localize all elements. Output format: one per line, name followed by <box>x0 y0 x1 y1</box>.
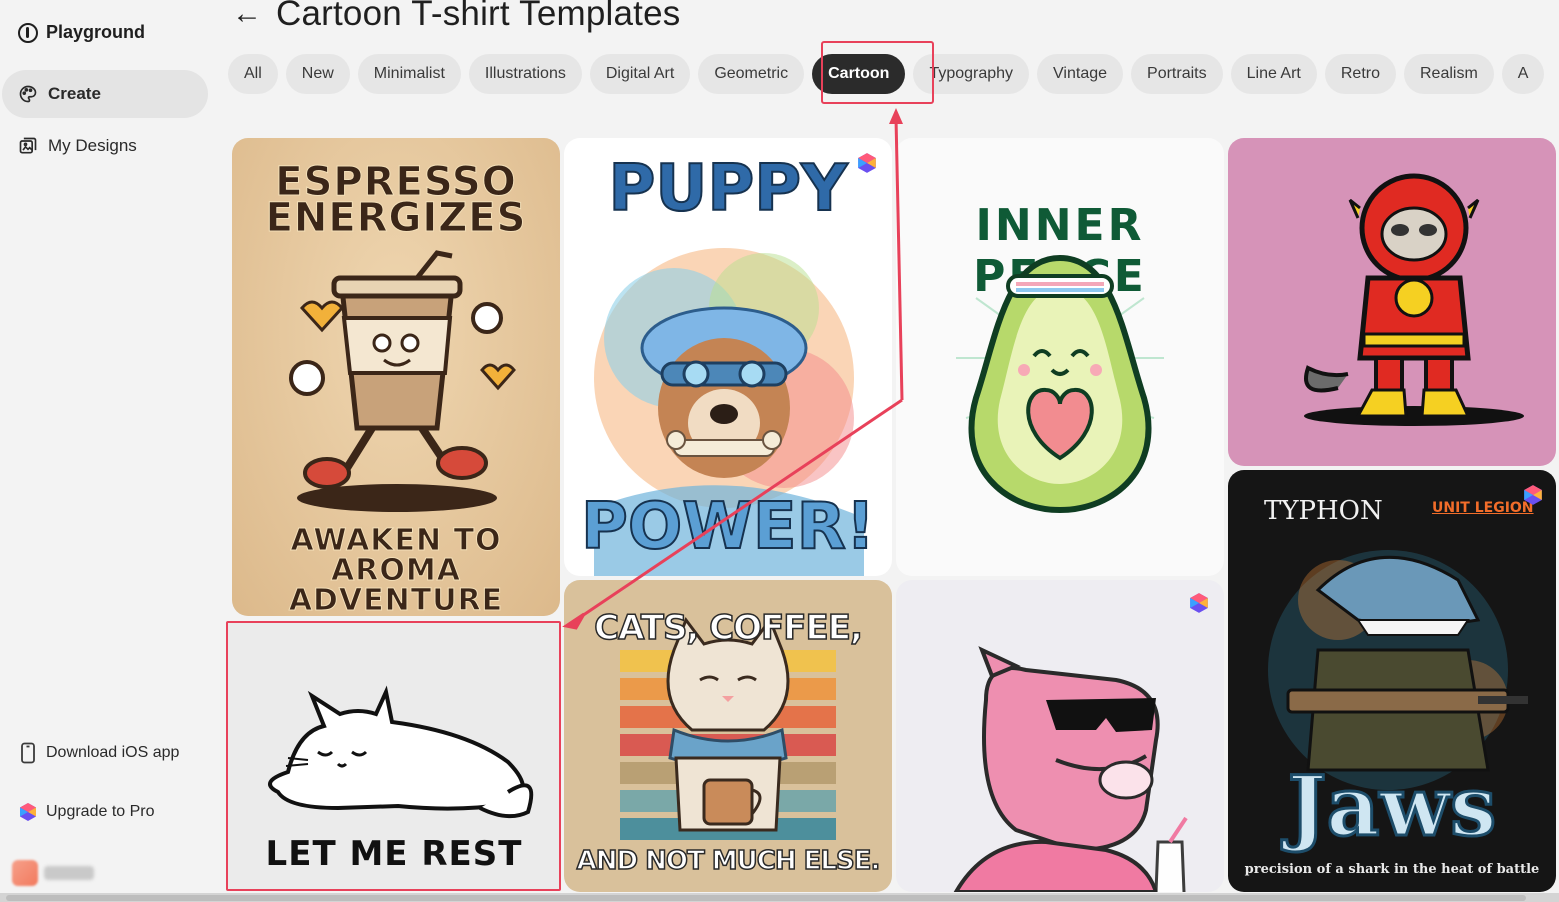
filter-chip-minimalist[interactable]: Minimalist <box>357 54 461 94</box>
page-header: ← Cartoon T-shirt Templates <box>232 0 680 34</box>
template-card-avocado[interactable]: INNER PEACE <box>896 138 1224 576</box>
avocado-character-illustration <box>956 254 1164 514</box>
app-root: Playground Create My Designs Download iO… <box>0 0 1559 902</box>
template-card-sloth-hero[interactable] <box>1228 138 1556 466</box>
filter-chip-geometric[interactable]: Geometric <box>698 54 805 94</box>
sidebar: Playground Create My Designs Download iO… <box>0 0 216 902</box>
pro-hexagon-icon <box>858 153 876 173</box>
template-card-pink-panther[interactable] <box>896 580 1224 892</box>
card-tagline: precision of a shark in the heat of batt… <box>1244 862 1540 877</box>
brand-name: Playground <box>46 22 146 42</box>
card-subtitle: AWAKEN TO AROMA ADVENTURE <box>288 523 504 616</box>
pink-panther-sunglasses-illustration <box>953 646 1188 892</box>
playground-logo-icon <box>18 22 38 43</box>
card-title: CATS, COFFEE, <box>593 607 863 649</box>
template-card-puppy[interactable]: PUPPY POWER! <box>564 138 892 576</box>
filter-chip-illustrations[interactable]: Illustrations <box>468 54 582 94</box>
download-ios-link[interactable]: Download iOS app <box>18 742 179 764</box>
sidebar-item-create[interactable]: Create <box>2 70 208 118</box>
filter-chip-retro[interactable]: Retro <box>1324 54 1396 94</box>
filter-chip-digital-art[interactable]: Digital Art <box>589 54 691 94</box>
phone-icon <box>21 742 35 764</box>
card-title-bottom: POWER! <box>580 489 876 565</box>
filter-chip-more[interactable]: A <box>1501 54 1545 94</box>
pro-hexagon-icon <box>20 803 36 821</box>
sidebar-item-my-designs[interactable]: My Designs <box>2 122 208 170</box>
annotation-highlight-box <box>821 41 934 104</box>
sidebar-item-label: Create <box>48 84 101 103</box>
filter-chip-portraits[interactable]: Portraits <box>1131 54 1223 94</box>
pro-hexagon-icon <box>1524 485 1542 505</box>
filter-chip-vintage[interactable]: Vintage <box>1037 54 1124 94</box>
upgrade-button[interactable]: Upgrade to Pro <box>18 802 155 822</box>
designs-icon <box>19 137 37 154</box>
avatar <box>12 860 38 886</box>
palette-icon <box>19 85 37 103</box>
card-title: PUPPY <box>607 151 848 227</box>
filter-chip-all[interactable]: All <box>228 54 278 94</box>
card-subtitle: AND NOT MUCH ELSE. <box>576 845 881 877</box>
page-title: Cartoon T-shirt Templates <box>276 0 681 33</box>
filter-chip-realism[interactable]: Realism <box>1404 54 1494 94</box>
filter-chip-new[interactable]: New <box>285 54 350 94</box>
pro-hexagon-icon <box>1190 593 1208 613</box>
brand[interactable]: Playground <box>18 22 145 43</box>
template-card-jaws-shark[interactable]: TYPHON UNIT LEGION Jaws precision of a s… <box>1228 470 1556 892</box>
filter-chip-line-art[interactable]: Line Art <box>1230 54 1317 94</box>
username-blurred <box>44 866 94 880</box>
upgrade-label: Upgrade to Pro <box>46 803 155 820</box>
download-ios-label: Download iOS app <box>46 744 180 761</box>
user-account[interactable] <box>12 860 96 886</box>
scrollbar-thumb[interactable] <box>6 895 1526 901</box>
template-card-espresso[interactable]: ESPRESSO ENERGIZES AWAKEN TO AROMA ADVEN… <box>232 138 560 616</box>
sidebar-item-label: My Designs <box>48 136 137 155</box>
back-arrow-icon[interactable]: ← <box>232 0 262 29</box>
card-title: Jaws <box>1286 759 1498 855</box>
template-card-cats-coffee[interactable]: CATS, COFFEE, AND NOT MUCH ELSE. <box>564 580 892 892</box>
sloth-superhero-illustration <box>1304 173 1524 426</box>
annotation-highlight-box <box>226 621 561 891</box>
